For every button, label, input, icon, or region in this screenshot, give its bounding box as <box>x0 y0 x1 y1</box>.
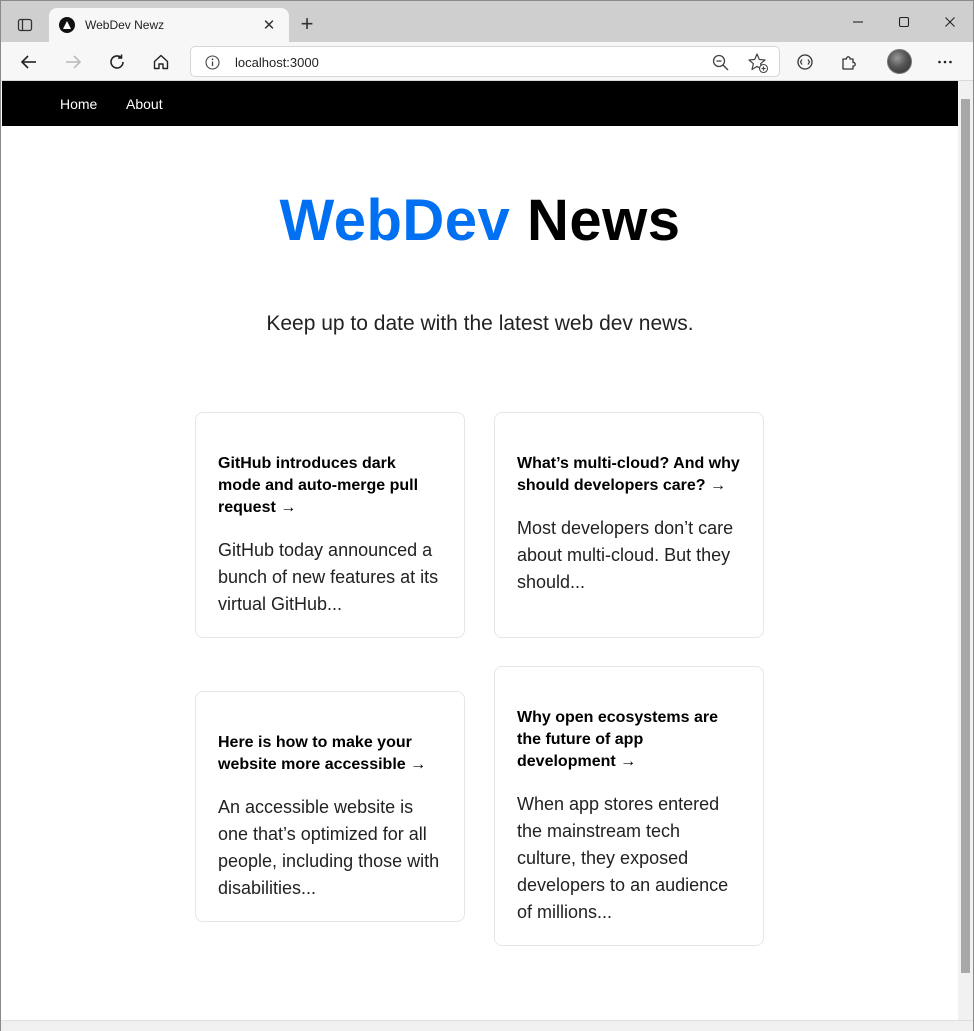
page-title: WebDev News <box>2 187 958 254</box>
new-tab-button[interactable]: + <box>297 13 317 37</box>
article-excerpt: Most developers don’t care about multi-c… <box>517 518 734 592</box>
browser-toolbar: localhost:3000 <box>1 42 973 81</box>
url-text[interactable]: localhost:3000 <box>235 55 319 70</box>
article-title[interactable]: What’s multi-cloud? And why should devel… <box>517 453 741 497</box>
zoom-out-icon[interactable] <box>711 53 731 73</box>
tab-strip: WebDev Newz ✕ + <box>1 1 973 42</box>
article-card[interactable]: Here is how to make your website more ac… <box>195 691 465 922</box>
browser-essentials-icon[interactable] <box>791 48 819 76</box>
address-bar[interactable]: localhost:3000 <box>190 46 780 77</box>
scrollbar-thumb[interactable] <box>961 99 970 973</box>
nextjs-favicon-icon <box>59 17 75 33</box>
title-accent: WebDev <box>279 188 511 253</box>
article-title[interactable]: Why open ecosystems are the future of ap… <box>517 707 741 773</box>
extensions-icon[interactable] <box>835 48 863 76</box>
article-excerpt: When app stores entered the mainstream t… <box>517 794 729 922</box>
window-bottom-edge <box>1 1020 973 1031</box>
nav-link-home[interactable]: Home <box>60 96 97 112</box>
nav-link-about[interactable]: About <box>126 96 163 112</box>
article-card[interactable]: Why open ecosystems are the future of ap… <box>494 666 764 946</box>
page-viewport: Home About WebDev News Keep up to date w… <box>2 81 958 1021</box>
more-menu-icon[interactable] <box>931 48 959 76</box>
browser-tab-active[interactable]: WebDev Newz ✕ <box>49 8 289 42</box>
tab-title: WebDev Newz <box>85 18 165 32</box>
article-title[interactable]: GitHub introduces dark mode and auto-mer… <box>218 453 442 519</box>
browser-window: WebDev Newz ✕ + localhost:3000 Home Abou… <box>0 0 974 1031</box>
article-title[interactable]: Here is how to make your website more ac… <box>218 732 442 776</box>
maximize-button[interactable] <box>881 9 927 35</box>
close-window-button[interactable] <box>927 9 973 35</box>
home-icon[interactable] <box>147 48 175 76</box>
page-subtitle: Keep up to date with the latest web dev … <box>266 312 694 335</box>
article-excerpt: An accessible website is one that’s opti… <box>218 797 440 898</box>
profile-avatar[interactable] <box>887 49 912 74</box>
vertical-scrollbar[interactable] <box>958 81 973 1021</box>
forward-icon[interactable] <box>59 48 87 76</box>
title-rest: News <box>526 188 681 253</box>
back-icon[interactable] <box>15 48 43 76</box>
article-excerpt: GitHub today announced a bunch of new fe… <box>218 540 439 614</box>
site-navbar: Home About <box>2 81 958 126</box>
add-favorite-icon[interactable] <box>747 52 769 74</box>
site-info-icon[interactable] <box>205 55 220 70</box>
article-card[interactable]: What’s multi-cloud? And why should devel… <box>494 412 764 638</box>
minimize-button[interactable] <box>835 9 881 35</box>
tab-actions-icon[interactable] <box>11 13 39 37</box>
article-card[interactable]: GitHub introduces dark mode and auto-mer… <box>195 412 465 638</box>
reload-icon[interactable] <box>103 48 131 76</box>
tab-close-icon[interactable]: ✕ <box>259 15 279 35</box>
